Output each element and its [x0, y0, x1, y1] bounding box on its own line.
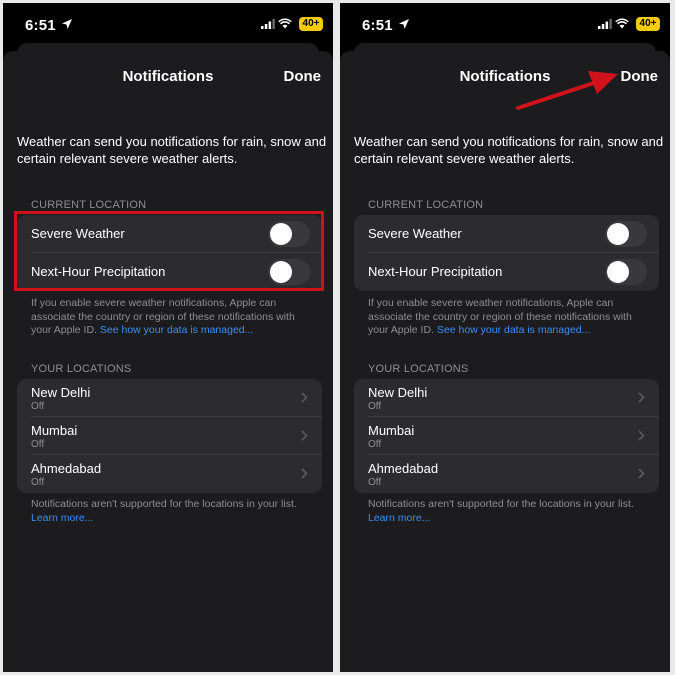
next-hour-precipitation-toggle[interactable] — [605, 259, 647, 285]
locations-footnote: Notifications aren't supported for the l… — [31, 498, 316, 525]
status-time: 6:51 — [25, 17, 56, 34]
locations-footnote-text: Notifications aren't supported for the l… — [368, 498, 634, 510]
intro-text: Weather can send you notifications for r… — [354, 134, 664, 166]
privacy-footnote: If you enable severe weather notificatio… — [368, 297, 653, 338]
chevron-right-icon — [301, 430, 308, 441]
location-name: New Delhi — [368, 385, 428, 400]
severe-weather-toggle[interactable] — [605, 221, 647, 247]
see-data-managed-link[interactable]: See how your data is managed... — [100, 324, 254, 336]
done-button[interactable]: Done — [284, 68, 322, 85]
severe-weather-label: Severe Weather — [368, 226, 462, 241]
location-row-mumbai[interactable]: Mumbai Off — [17, 417, 322, 455]
chevron-right-icon — [638, 468, 645, 479]
battery-icon: 40+ — [299, 17, 323, 31]
intro-text: Weather can send you notifications for r… — [17, 134, 327, 166]
chevron-right-icon — [301, 468, 308, 479]
see-data-managed-link[interactable]: See how your data is managed... — [437, 324, 591, 336]
toggle-knob — [607, 261, 629, 283]
status-time: 6:51 — [362, 17, 393, 34]
phone-screen-left: 6:51 40+ Notifications Done Weather can … — [3, 3, 333, 672]
location-name: Mumbai — [368, 423, 415, 438]
location-name: New Delhi — [31, 385, 91, 400]
location-name: Mumbai — [31, 423, 78, 438]
your-locations-header: YOUR LOCATIONS — [31, 363, 132, 375]
chevron-right-icon — [638, 430, 645, 441]
cellular-signal-icon — [261, 19, 275, 29]
your-locations-group: New Delhi Off Mumbai Off Ahmedabad Off — [354, 379, 659, 493]
location-status: Off — [31, 439, 45, 450]
battery-icon: 40+ — [636, 17, 660, 31]
location-arrow-icon — [62, 19, 72, 29]
chevron-right-icon — [301, 392, 308, 403]
current-location-header: CURRENT LOCATION — [31, 199, 147, 211]
learn-more-link[interactable]: Learn more... — [368, 512, 430, 524]
location-row-new-delhi[interactable]: New Delhi Off — [17, 379, 322, 417]
current-location-header: CURRENT LOCATION — [368, 199, 484, 211]
location-status: Off — [368, 477, 382, 488]
status-bar: 6:51 40+ — [340, 3, 670, 43]
notifications-sheet: Notifications Done Weather can send you … — [340, 51, 670, 672]
toggle-knob — [607, 223, 629, 245]
locations-footnote-text: Notifications aren't supported for the l… — [31, 498, 297, 510]
learn-more-link[interactable]: Learn more... — [31, 512, 93, 524]
location-status: Off — [31, 477, 45, 488]
wifi-icon — [278, 18, 292, 29]
privacy-footnote: If you enable severe weather notificatio… — [31, 297, 316, 338]
location-status: Off — [31, 401, 45, 412]
location-row-mumbai[interactable]: Mumbai Off — [354, 417, 659, 455]
highlight-box — [14, 211, 324, 291]
status-bar: 6:51 40+ — [3, 3, 333, 43]
next-hour-precipitation-row: Next-Hour Precipitation — [354, 253, 659, 291]
current-location-group: Severe Weather Next-Hour Precipitation — [354, 215, 659, 291]
location-name: Ahmedabad — [31, 461, 102, 476]
pointer-arrow-icon — [516, 71, 618, 110]
location-name: Ahmedabad — [368, 461, 439, 476]
done-button[interactable]: Done — [621, 68, 659, 85]
severe-weather-row: Severe Weather — [354, 215, 659, 253]
chevron-right-icon — [638, 392, 645, 403]
locations-footnote: Notifications aren't supported for the l… — [368, 498, 653, 525]
your-locations-header: YOUR LOCATIONS — [368, 363, 469, 375]
location-status: Off — [368, 439, 382, 450]
location-status: Off — [368, 401, 382, 412]
next-hour-precipitation-label: Next-Hour Precipitation — [368, 264, 503, 279]
wifi-icon — [615, 18, 629, 29]
location-row-new-delhi[interactable]: New Delhi Off — [354, 379, 659, 417]
notifications-sheet: Notifications Done Weather can send you … — [3, 51, 333, 672]
location-row-ahmedabad[interactable]: Ahmedabad Off — [354, 455, 659, 493]
location-arrow-icon — [399, 19, 409, 29]
location-row-ahmedabad[interactable]: Ahmedabad Off — [17, 455, 322, 493]
your-locations-group: New Delhi Off Mumbai Off Ahmedabad Off — [17, 379, 322, 493]
cellular-signal-icon — [598, 19, 612, 29]
